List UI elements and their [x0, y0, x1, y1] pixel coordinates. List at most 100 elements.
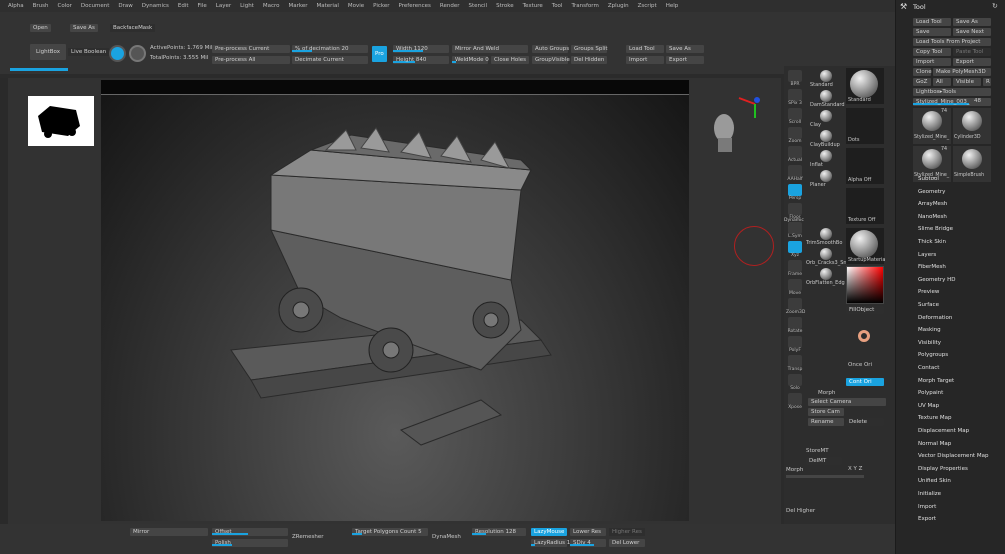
close-holes-button[interactable]: Close Holes	[491, 56, 530, 64]
goz-all-button[interactable]: All	[933, 78, 951, 86]
menu-tool[interactable]: Tool	[552, 3, 563, 9]
shelf-tool-actual[interactable]: Actual	[786, 146, 804, 166]
shelf-tool-spix-3[interactable]: SPix 3	[786, 89, 804, 109]
section-display-properties[interactable]: Display Properties	[918, 466, 968, 472]
brush-icon[interactable]	[820, 248, 832, 260]
shelf-tool-scroll[interactable]: Scroll	[786, 108, 804, 128]
dots-stroke-preview[interactable]: Dots	[846, 108, 884, 144]
groups-split-button[interactable]: Groups Split	[571, 45, 608, 53]
section-fibermesh[interactable]: FiberMesh	[918, 264, 946, 270]
menu-macro[interactable]: Macro	[263, 3, 280, 9]
group-visible-button[interactable]: GroupVisible	[532, 56, 570, 64]
axis-gizmo-icon[interactable]	[735, 92, 767, 122]
pro-button[interactable]: Pro	[372, 46, 387, 62]
store-cam-button[interactable]: Store Cam	[808, 408, 844, 416]
menu-light[interactable]: Light	[240, 3, 254, 9]
section-texture-map[interactable]: Texture Map	[918, 415, 952, 421]
section-deformation[interactable]: Deformation	[918, 315, 952, 321]
brush-orbflatten-edg[interactable]: OrbFlatten_Edg	[806, 280, 845, 286]
import-button[interactable]: Import	[626, 56, 664, 64]
shelf-tool-xyz[interactable]: Xyz	[786, 241, 804, 261]
brush-icon[interactable]	[820, 90, 832, 102]
menu-file[interactable]: File	[198, 3, 207, 9]
brush-clay[interactable]: Clay	[810, 122, 821, 128]
del-lower-button[interactable]: Del Lower	[609, 539, 645, 547]
height-slider[interactable]: Height 840	[393, 56, 449, 64]
dynamesh-label[interactable]: DynaMesh	[432, 534, 461, 540]
lightbox-tools-button[interactable]: Lightbox▸Tools	[913, 88, 991, 96]
dynamic-subdiv-icon[interactable]	[109, 45, 126, 62]
section-vector-displacement-map[interactable]: Vector Displacement Map	[918, 453, 988, 459]
section-nanomesh[interactable]: NanoMesh	[918, 214, 947, 220]
section-geometry[interactable]: Geometry	[918, 189, 945, 195]
brush-icon[interactable]	[820, 110, 832, 122]
alpha-preview[interactable]: Alpha Off	[846, 148, 884, 184]
load-tool-button[interactable]: Load Tool	[626, 45, 664, 53]
render-viewport[interactable]	[101, 80, 689, 521]
brush-inflat[interactable]: Inflat	[810, 162, 823, 168]
color-picker[interactable]	[846, 266, 884, 304]
tool-palette-icon[interactable]: ⚒	[900, 2, 910, 12]
shelf-tool-transp[interactable]: Transp	[786, 355, 804, 375]
texture-preview[interactable]: Texture Off	[846, 188, 884, 224]
menu-help[interactable]: Help	[666, 3, 679, 9]
preprocess-current-button[interactable]: Pre-process Current	[212, 45, 290, 53]
shelf-tool-frame[interactable]: Frame	[786, 260, 804, 280]
brush-icon[interactable]	[820, 150, 832, 162]
shelf-tool-aahalf[interactable]: AAHalf	[786, 165, 804, 185]
menu-marker[interactable]: Marker	[289, 3, 308, 9]
goz-button[interactable]: GoZ	[913, 78, 931, 86]
section-import[interactable]: Import	[918, 504, 936, 510]
brush-planer[interactable]: Planer	[810, 182, 826, 188]
menu-render[interactable]: Render	[440, 3, 460, 9]
brush-icon[interactable]	[820, 268, 832, 280]
zremesher-label[interactable]: ZRemesher	[292, 534, 323, 540]
shelf-tool-solo[interactable]: Solo	[786, 374, 804, 394]
section-surface[interactable]: Surface	[918, 302, 939, 308]
tool-load-button[interactable]: Load Tool	[913, 18, 951, 26]
section-initialize[interactable]: Initialize	[918, 491, 941, 497]
section-morph-target[interactable]: Morph Target	[918, 378, 954, 384]
menu-stencil[interactable]: Stencil	[468, 3, 487, 9]
copy-tool-button[interactable]: Copy Tool	[913, 48, 951, 56]
menu-layer[interactable]: Layer	[216, 3, 231, 9]
rename-button[interactable]: Rename	[808, 418, 844, 426]
shelf-tool-l-sym[interactable]: L.Sym	[786, 222, 804, 242]
open-button[interactable]: Open	[30, 24, 51, 32]
delmt-button[interactable]: DelMT	[806, 457, 842, 465]
menu-material[interactable]: Material	[317, 3, 339, 9]
cont-ori-button[interactable]: Cont Ori	[846, 378, 884, 386]
refresh-icon[interactable]: ↻	[992, 2, 998, 10]
brush-claybuildup[interactable]: ClayBuildup	[810, 142, 840, 148]
section-polypaint[interactable]: Polypaint	[918, 390, 943, 396]
brush-trimsmoothbo[interactable]: TrimSmoothBo	[806, 240, 842, 246]
navigation-head-icon[interactable]	[708, 108, 738, 164]
section-visibility[interactable]: Visibility	[918, 340, 941, 346]
secondary-color-swatch[interactable]	[858, 330, 870, 342]
section-displacement-map[interactable]: Displacement Map	[918, 428, 969, 434]
lazymouse-button[interactable]: LazyMouse	[531, 528, 567, 536]
brush-orb-cracks3-sn[interactable]: Orb_Cracks3_Sn	[806, 260, 847, 266]
lower-res-button[interactable]: Lower Res	[570, 528, 606, 536]
menu-dynamics[interactable]: Dynamics	[142, 3, 169, 9]
paste-tool-button[interactable]: Paste Tool	[953, 48, 991, 56]
live-boolean-button[interactable]: Live Boolean	[68, 48, 110, 56]
lazyradius-slider[interactable]: LazyRadius 1	[531, 539, 570, 547]
section-normal-map[interactable]: Normal Map	[918, 441, 951, 447]
menu-draw[interactable]: Draw	[118, 3, 132, 9]
brush-icon[interactable]	[820, 228, 832, 240]
tool-thumbnail[interactable]: Cylinder3D	[953, 108, 991, 144]
section-layers[interactable]: Layers	[918, 252, 936, 258]
higher-res-button[interactable]: Higher Res	[609, 528, 645, 536]
del-higher-button[interactable]: Del Higher	[786, 508, 815, 514]
tool-save-button[interactable]: Save	[913, 28, 951, 36]
shelf-tool-zoom3d[interactable]: Zoom3D	[786, 298, 805, 318]
lightbox-button[interactable]: LightBox	[30, 44, 66, 60]
goz-r-button[interactable]: R	[983, 78, 991, 86]
offset-slider[interactable]: Offset	[212, 528, 288, 536]
export-button[interactable]: Export	[666, 56, 704, 64]
weld-mode-slider[interactable]: WeldMode 0	[452, 56, 489, 64]
menu-zplugin[interactable]: Zplugin	[608, 3, 629, 9]
menu-picker[interactable]: Picker	[373, 3, 389, 9]
morph-slider[interactable]	[786, 475, 864, 478]
